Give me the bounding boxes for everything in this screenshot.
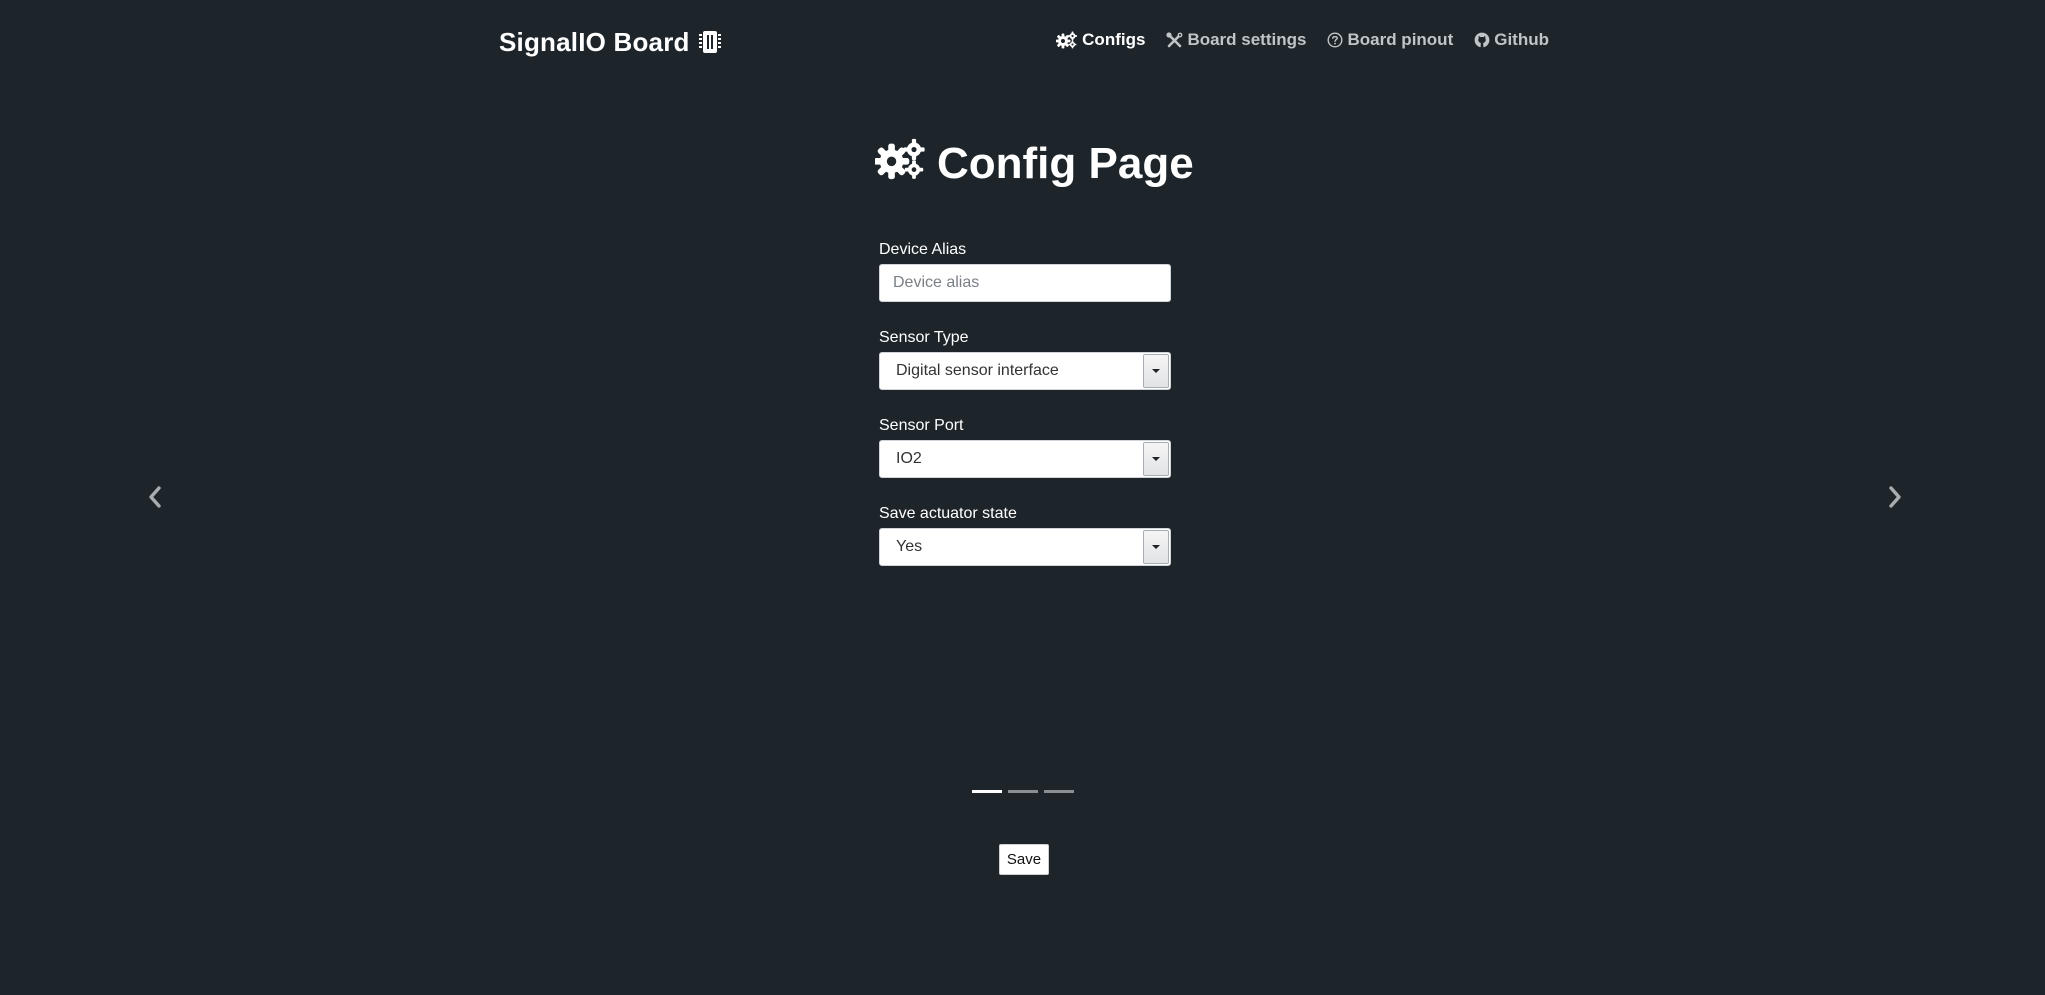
carousel-prev-button[interactable]: [135, 484, 175, 514]
save-button[interactable]: Save: [999, 844, 1049, 875]
nav-item-board-settings[interactable]: Board settings: [1166, 30, 1306, 50]
sensor-port-group: Sensor Port IO2: [879, 416, 1171, 478]
save-actuator-state-group: Save actuator state Yes: [879, 504, 1171, 566]
nav-item-label: Board pinout: [1347, 30, 1454, 49]
chevron-right-icon: [1888, 485, 1902, 513]
carousel-indicator-3[interactable]: [1044, 790, 1074, 793]
tools-icon: [1166, 31, 1183, 49]
memory-chip-icon: [698, 29, 722, 55]
nav-item-github[interactable]: Github: [1474, 30, 1549, 50]
sensor-type-value: Digital sensor interface: [896, 362, 1059, 379]
page-title: Config Page: [873, 136, 1194, 192]
sensor-type-label: Sensor Type: [879, 329, 969, 346]
page-title-text: Config Page: [937, 139, 1194, 188]
carousel-indicators: [972, 790, 1074, 793]
sensor-type-select[interactable]: Digital sensor interface: [879, 352, 1171, 390]
device-alias-label: Device Alias: [879, 241, 967, 258]
chevron-left-icon: [148, 485, 162, 513]
sensor-port-select[interactable]: IO2: [879, 440, 1171, 478]
gears-icon: [873, 137, 927, 192]
brand-title: SignalIO Board: [499, 26, 690, 57]
question-circle-icon: [1327, 32, 1343, 48]
nav-item-configs[interactable]: Configs: [1056, 30, 1145, 50]
nav-item-label: Github: [1494, 30, 1549, 49]
carousel-indicator-2[interactable]: [1008, 790, 1038, 793]
save-actuator-state-dropdown-button[interactable]: [1143, 530, 1169, 564]
device-alias-input[interactable]: [879, 264, 1171, 302]
nav-item-label: Board settings: [1187, 30, 1307, 49]
gears-icon: [1056, 31, 1078, 49]
sensor-port-label: Sensor Port: [879, 417, 964, 434]
brand-link[interactable]: SignalIO Board: [499, 24, 722, 60]
caret-down-icon: [1152, 457, 1160, 461]
save-actuator-state-value: Yes: [896, 538, 923, 555]
top-nav: Configs Board settings Board pinout Gith…: [1056, 26, 1549, 54]
sensor-type-dropdown-button[interactable]: [1143, 354, 1169, 388]
sensor-port-dropdown-button[interactable]: [1143, 442, 1169, 476]
caret-down-icon: [1152, 545, 1160, 549]
config-form: Device Alias Sensor Type Digital sensor …: [879, 240, 1171, 592]
sensor-port-value: IO2: [896, 450, 922, 467]
page: SignalIO Board Configs Board settings Bo…: [0, 0, 2045, 995]
caret-down-icon: [1152, 369, 1160, 373]
device-alias-group: Device Alias: [879, 240, 1171, 302]
save-actuator-state-select[interactable]: Yes: [879, 528, 1171, 566]
save-actuator-state-label: Save actuator state: [879, 505, 1017, 522]
nav-item-board-pinout[interactable]: Board pinout: [1327, 30, 1453, 50]
carousel-indicator-1[interactable]: [972, 790, 1002, 793]
carousel-next-button[interactable]: [1875, 484, 1915, 514]
github-icon: [1474, 32, 1490, 48]
nav-item-label: Configs: [1082, 30, 1146, 49]
sensor-type-group: Sensor Type Digital sensor interface: [879, 328, 1171, 390]
